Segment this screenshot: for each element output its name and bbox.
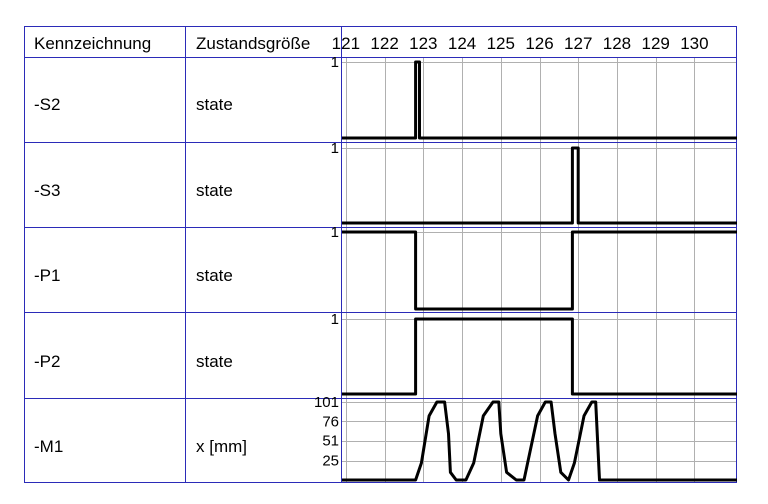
x-tick-label: 127 bbox=[564, 34, 592, 53]
x-tick-label: 126 bbox=[525, 34, 553, 53]
header-designation: Kennzeichnung bbox=[34, 34, 151, 53]
x-tick-label: 124 bbox=[448, 34, 476, 53]
x-tick-label: 129 bbox=[641, 34, 669, 53]
signal-traces bbox=[342, 60, 737, 482]
row-variable-p1: state bbox=[196, 266, 233, 285]
y-tick-label: 1 bbox=[331, 224, 339, 241]
row-id-p2: -P2 bbox=[34, 352, 60, 371]
table-border bbox=[24, 26, 737, 483]
signal-trace-s2 bbox=[342, 60, 737, 140]
row-variable-m1: x [mm] bbox=[196, 437, 247, 456]
x-tick-label: 122 bbox=[370, 34, 398, 53]
timing-diagram: Kennzeichnung Zustandsgröße -S2 state -S… bbox=[24, 26, 737, 483]
signal-trace-p1 bbox=[342, 230, 737, 311]
row-id-s3: -S3 bbox=[34, 181, 60, 200]
x-tick-label: 121 bbox=[332, 34, 360, 53]
y-tick-labels: 1 1 1 1 101 76 51 25 bbox=[314, 54, 339, 470]
row-variable-s3: state bbox=[196, 181, 233, 200]
row-id-s2: -S2 bbox=[34, 95, 60, 114]
x-tick-labels: 121 122 123 124 125 126 127 128 129 130 bbox=[332, 34, 709, 53]
header-state-variable: Zustandsgröße bbox=[196, 34, 310, 53]
signal-trace-p2 bbox=[342, 317, 737, 396]
y-tick-label: 1 bbox=[331, 54, 339, 71]
x-tick-label: 128 bbox=[603, 34, 631, 53]
plot-grid bbox=[342, 58, 737, 482]
row-variable-p2: state bbox=[196, 352, 233, 371]
x-tick-label: 123 bbox=[409, 34, 437, 53]
y-tick-label: 101 bbox=[314, 394, 339, 411]
x-tick-label: 130 bbox=[680, 34, 708, 53]
y-tick-label: 51 bbox=[322, 433, 339, 450]
row-variable-s2: state bbox=[196, 95, 233, 114]
table-lines bbox=[24, 26, 737, 483]
signal-trace-s3 bbox=[342, 146, 737, 225]
y-tick-label: 1 bbox=[331, 140, 339, 157]
y-tick-label: 76 bbox=[322, 413, 339, 430]
y-tick-label: 25 bbox=[322, 453, 339, 470]
row-id-p1: -P1 bbox=[34, 266, 60, 285]
x-tick-label: 125 bbox=[487, 34, 515, 53]
y-tick-label: 1 bbox=[331, 311, 339, 328]
row-id-m1: -M1 bbox=[34, 437, 63, 456]
